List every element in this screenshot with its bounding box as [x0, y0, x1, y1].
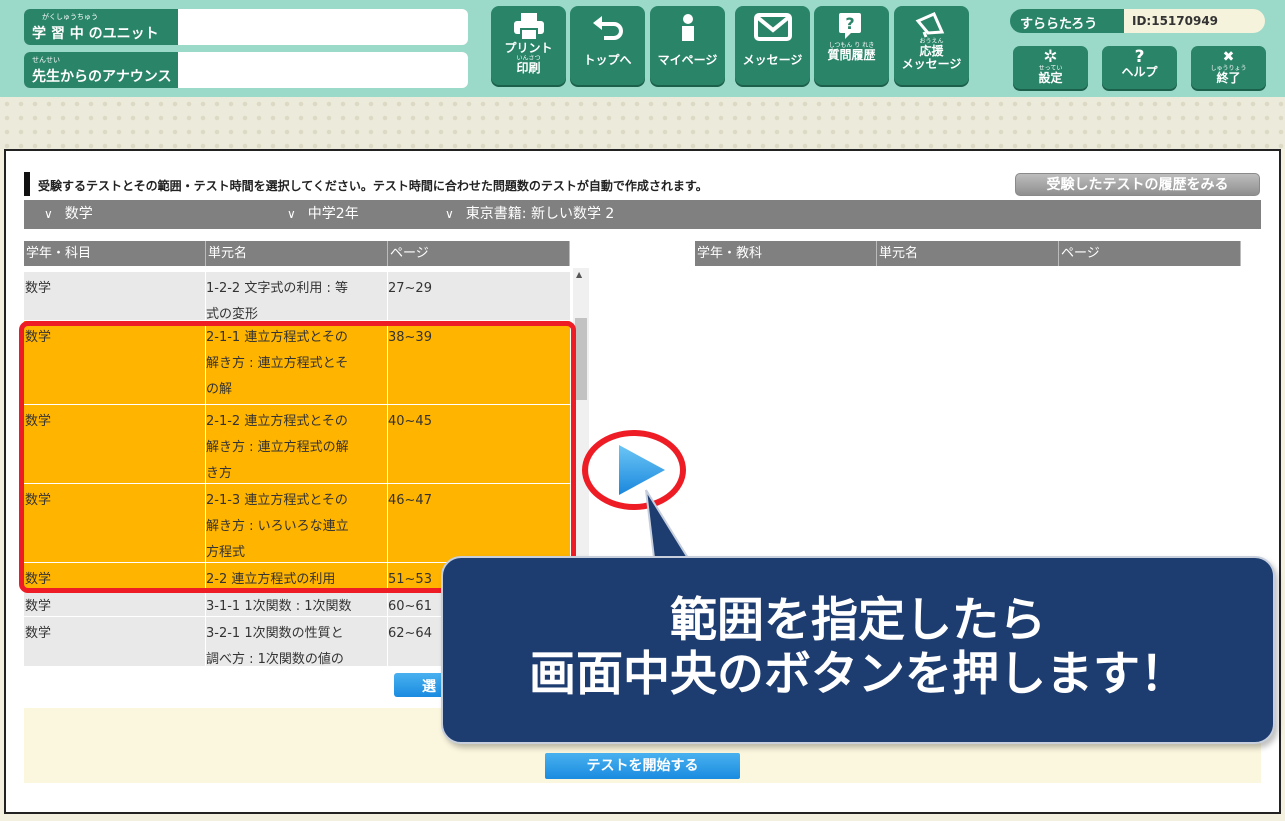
- list-scrollbar-thumb[interactable]: [575, 318, 587, 400]
- start-test-button[interactable]: テストを開始する: [545, 753, 740, 779]
- exit-button[interactable]: ✖ しゅうりょう 終了: [1191, 46, 1266, 89]
- megaphone-icon: [915, 12, 944, 38]
- exit-label: 終了: [1216, 71, 1241, 85]
- chevron-down-icon: ∨: [445, 207, 454, 221]
- learning-unit-row: がくしゅうちゅう 学 習 中 のユニット: [24, 9, 468, 45]
- printer-icon: [513, 13, 544, 41]
- cheer-label-2: メッセージ: [901, 57, 962, 71]
- textbook-dropdown-value: 東京書籍: 新しい数学 2: [465, 206, 615, 222]
- selection-highlight: [19, 321, 576, 593]
- announcement-value: [178, 52, 468, 88]
- help-icon: ?: [1134, 47, 1145, 67]
- message-button[interactable]: メッセージ: [735, 6, 810, 85]
- subject-dropdown-value: 数学: [64, 206, 93, 222]
- mypage-button[interactable]: マイページ: [650, 6, 725, 85]
- grade-dropdown-value: 中学2年: [307, 206, 359, 222]
- user-name: すららたろう: [1010, 9, 1124, 33]
- person-icon: [681, 14, 694, 41]
- chevron-down-icon: ∨: [44, 207, 53, 221]
- unit-name: 3-2-1 1次関数の性質と 調べ方 : 1次関数の値の: [206, 621, 386, 666]
- help-button[interactable]: ? ヘルプ: [1102, 46, 1177, 89]
- print-label-2: 印刷: [516, 61, 541, 75]
- textbook-dropdown[interactable]: ∨ 東京書籍: 新しい数学 2: [445, 200, 614, 229]
- learning-unit-value: [178, 9, 468, 45]
- cheer-message-button[interactable]: おうえん 応援 メッセージ: [894, 6, 969, 85]
- callout-box: 範囲を指定したら 画面中央のボタンを押します！: [441, 556, 1275, 744]
- unit-pages: 27~29: [388, 281, 432, 296]
- unit-row[interactable]: 数学 1-2-2 文字式の利用 : 等式の変形 27~29: [24, 272, 570, 322]
- help-label: ヘルプ: [1121, 65, 1158, 79]
- right-header-page: ページ: [1059, 241, 1241, 266]
- announcement-label: せんせい 先生からのアナウンス: [24, 52, 178, 88]
- close-icon: ✖: [1222, 49, 1235, 65]
- mypage-label: マイページ: [657, 53, 718, 67]
- unit-name-line: 調べ方 : 1次関数の値の: [206, 652, 344, 666]
- callout-line-1: 範囲を指定したら: [670, 593, 1046, 648]
- instruction-text: 受験するテストとその範囲・テスト時間を選択してください。テスト時間に合わせた問題…: [24, 172, 708, 196]
- column-divider: [205, 617, 206, 666]
- settings-label: 設定: [1038, 71, 1063, 85]
- unit-subject: 数学: [25, 281, 52, 296]
- top-label: トップへ: [583, 53, 632, 67]
- grade-dropdown[interactable]: ∨ 中学2年: [287, 200, 359, 229]
- left-header-page: ページ: [388, 241, 570, 266]
- chevron-down-icon: ∨: [287, 207, 296, 221]
- decorative-pattern: [0, 97, 1285, 149]
- envelope-icon: [753, 13, 792, 41]
- test-history-button[interactable]: 受験したテストの履歴をみる: [1015, 173, 1260, 196]
- settings-button[interactable]: ✲ せってい 設定: [1013, 46, 1088, 89]
- print-label: プリント: [504, 41, 553, 55]
- filter-bar: ∨ 数学 ∨ 中学2年 ∨ 東京書籍: 新しい数学 2: [24, 200, 1261, 229]
- column-divider: [387, 590, 388, 616]
- print-button[interactable]: プリント いんさつ 印刷: [491, 6, 566, 85]
- announcement-ruby: せんせい: [32, 56, 60, 64]
- learning-unit-label-text: 学 習 中 のユニット: [32, 26, 159, 42]
- column-divider: [387, 272, 388, 320]
- top-button[interactable]: トップへ: [570, 6, 645, 85]
- scroll-up-arrow-icon[interactable]: ▲: [576, 270, 582, 279]
- right-header-grade-subject: 学年・教科: [695, 241, 877, 266]
- announcement-label-text: 先生からのアナウンス: [32, 69, 172, 85]
- right-header-unit: 単元名: [877, 241, 1059, 266]
- gear-icon: ✲: [1043, 47, 1058, 67]
- unit-name-line: 1-2-2 文字式の利用 : 等: [206, 281, 348, 296]
- svg-text:?: ?: [845, 14, 854, 33]
- message-label: メッセージ: [742, 53, 803, 67]
- user-id: ID:15170949: [1124, 9, 1265, 33]
- left-header-grade-subject: 学年・科目: [24, 241, 206, 266]
- unit-subject: 数学: [25, 626, 52, 641]
- column-divider: [205, 272, 206, 320]
- subject-dropdown[interactable]: ∨ 数学: [44, 200, 93, 229]
- return-arrow-icon: [592, 16, 623, 40]
- question-history-button[interactable]: ? しつもん り れき 質問履歴: [814, 6, 889, 85]
- unit-name-line: 3-2-1 1次関数の性質と: [206, 626, 344, 641]
- column-divider: [387, 617, 388, 666]
- question-bubble-icon: ?: [838, 13, 861, 39]
- learning-unit-ruby: がくしゅうちゅう: [42, 13, 98, 21]
- announcement-row: せんせい 先生からのアナウンス: [24, 52, 468, 88]
- left-header-unit: 単元名: [206, 241, 388, 266]
- callout-tail: [645, 489, 690, 559]
- learning-unit-label: がくしゅうちゅう 学 習 中 のユニット: [24, 9, 178, 45]
- callout-line-2: 画面中央のボタンを押します！: [529, 647, 1187, 702]
- question-history-label: 質問履歴: [827, 48, 876, 62]
- column-divider: [205, 590, 206, 616]
